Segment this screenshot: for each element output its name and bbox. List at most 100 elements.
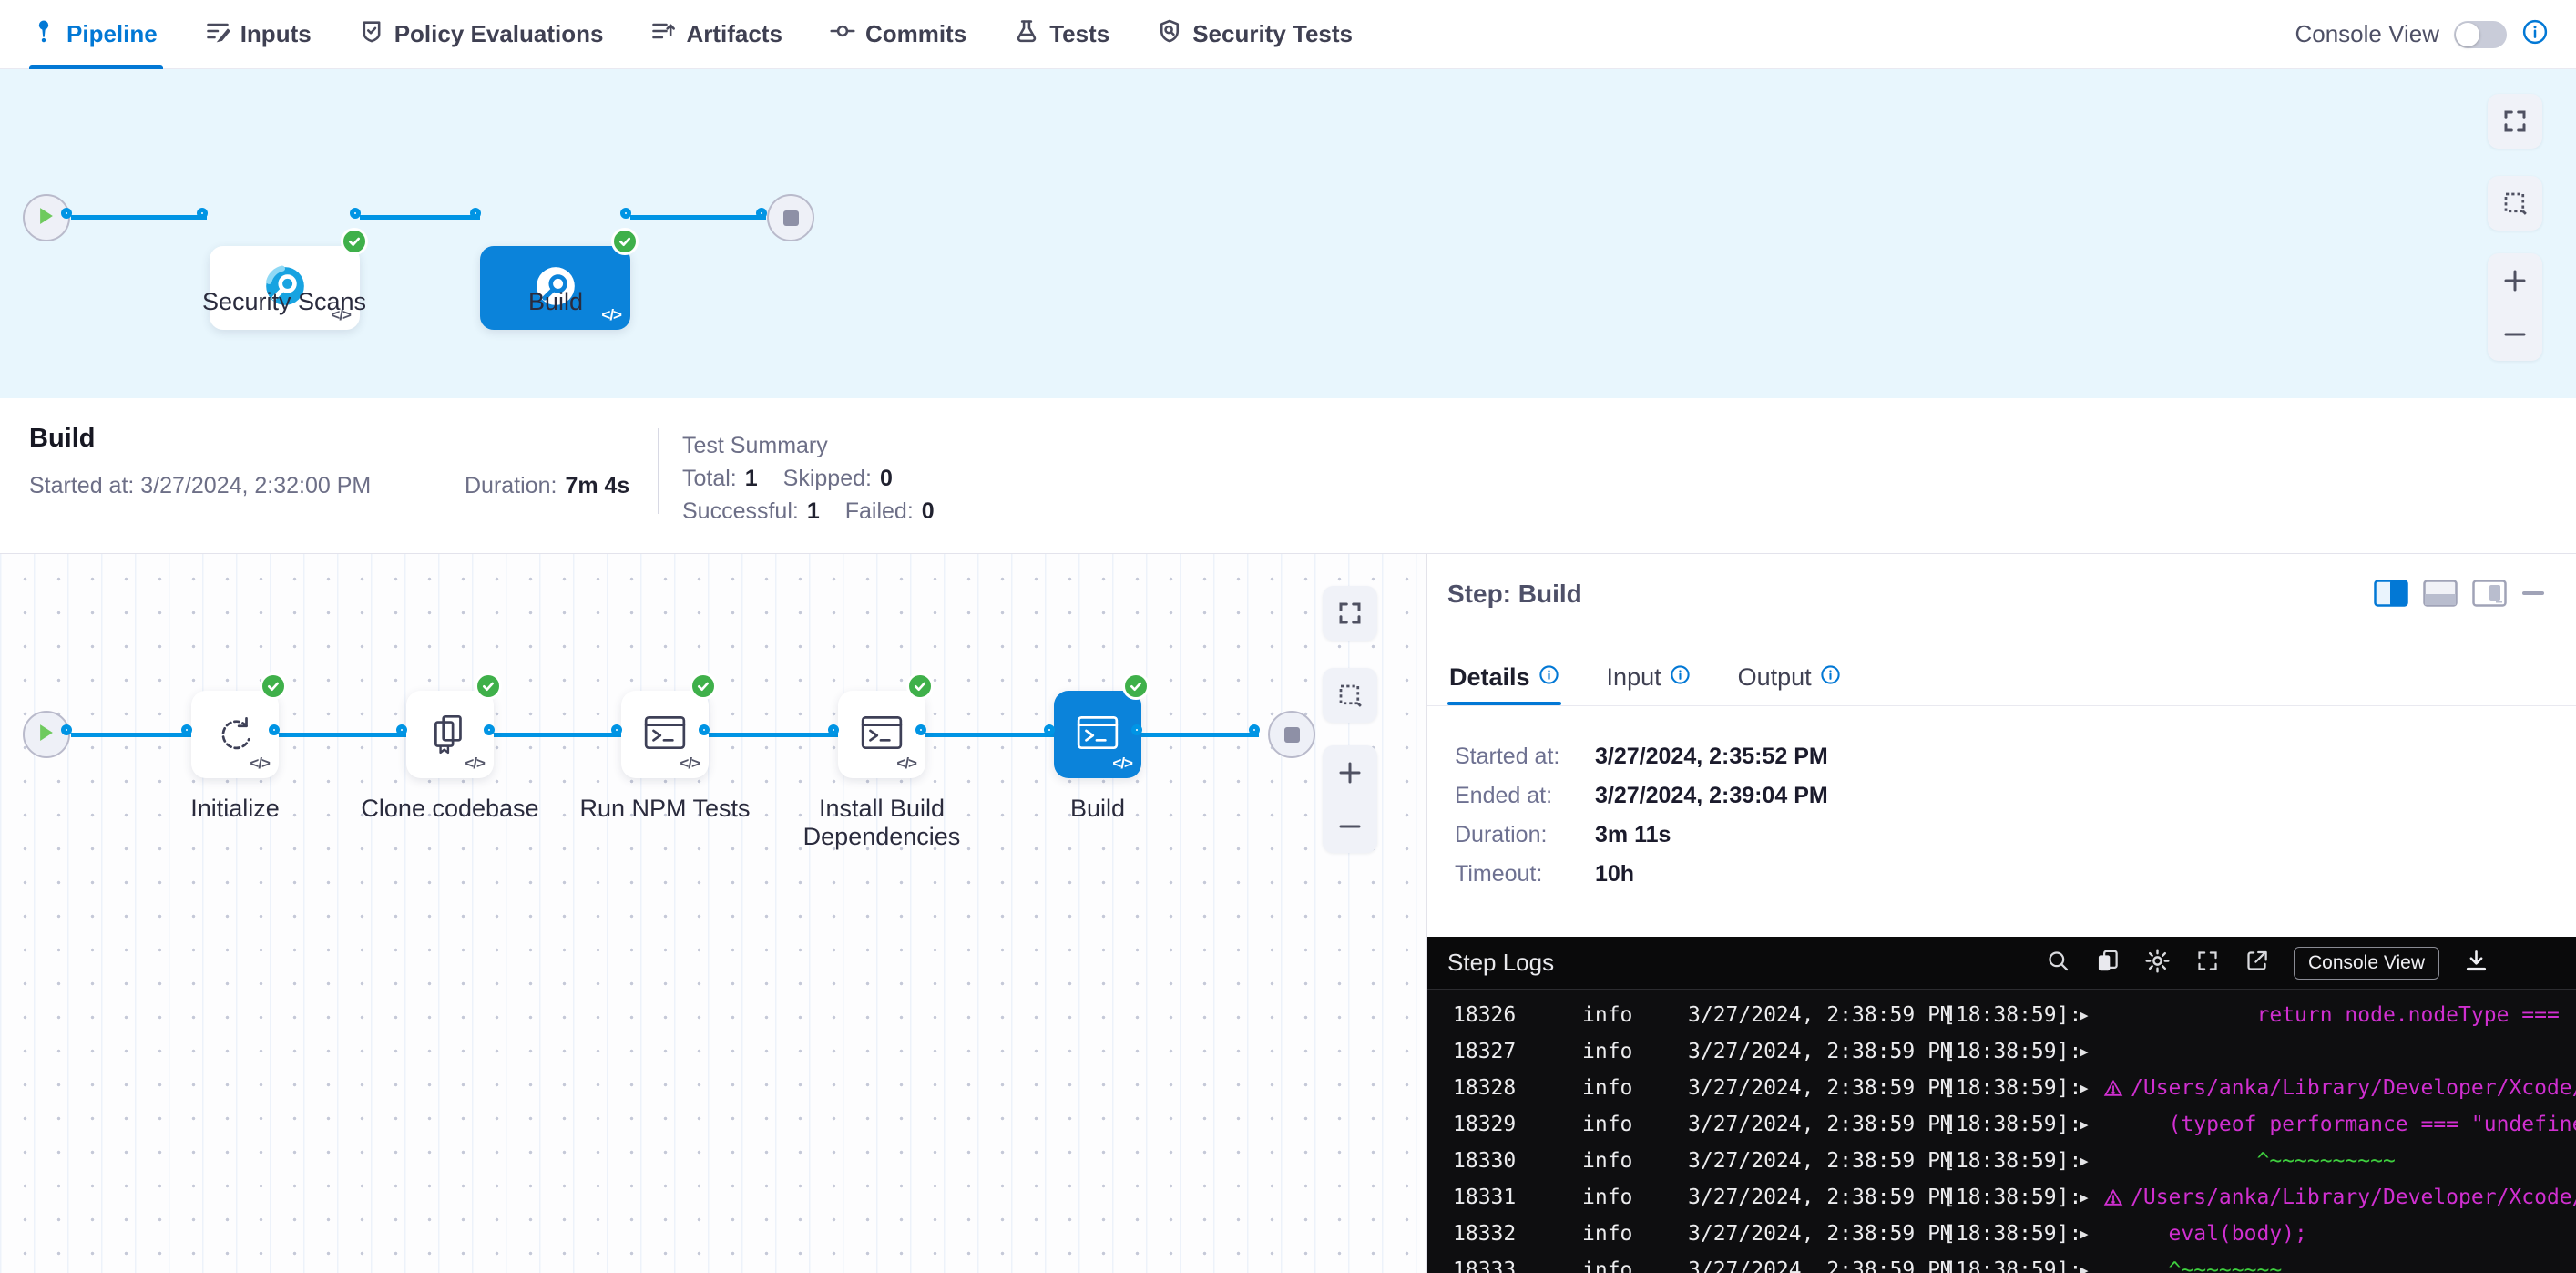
step-graph-canvas: </> </> </> </> </>: [0, 554, 1426, 1273]
expand-arrow-icon[interactable]: ▸: [2080, 997, 2103, 1033]
expand-arrow-icon[interactable]: ▸: [2080, 1252, 2103, 1273]
log-row[interactable]: 18332info3/27/2024, 2:38:59 PM[18:38:59]…: [1427, 1216, 2576, 1252]
tab-commits[interactable]: Commits: [830, 0, 966, 69]
open-in-new-icon[interactable]: [2244, 949, 2269, 978]
zoom-out-button[interactable]: [1336, 813, 1364, 840]
warning-icon: [2103, 1078, 2123, 1098]
selection-tool-button[interactable]: [1323, 668, 1377, 723]
expand-arrow-icon[interactable]: ▸: [2080, 1179, 2103, 1216]
log-timestamp: [18:38:59]:: [1943, 1179, 2080, 1216]
copy-icon[interactable]: [2095, 949, 2120, 978]
port: [1249, 724, 1260, 735]
code-glyph: </>: [250, 755, 270, 773]
log-row[interactable]: 18326info3/27/2024, 2:38:59 PM[18:38:59]…: [1427, 997, 2576, 1033]
stage-summary: Build Started at: 3/27/2024, 2:32:00 PM …: [0, 398, 2576, 554]
code-glyph: </>: [465, 755, 485, 773]
port: [350, 208, 361, 219]
fullscreen-icon[interactable]: [2195, 949, 2220, 978]
zoom-controls: [1323, 745, 1377, 853]
step-node-initialize[interactable]: </>: [191, 691, 279, 778]
tab-label: Pipeline: [66, 20, 158, 48]
tab-policy-evaluations[interactable]: Policy Evaluations: [359, 0, 604, 69]
artifacts-icon: [650, 18, 676, 50]
tab-details[interactable]: Details: [1447, 649, 1561, 705]
log-message: return node.nodeType ===: [2131, 997, 2576, 1033]
step-node-run-npm-tests[interactable]: </>: [621, 691, 709, 778]
test-summary: Test Summary Total:1 Skipped:0 Successfu…: [682, 433, 935, 525]
search-icon[interactable]: [2046, 949, 2070, 978]
expand-arrow-icon[interactable]: ▸: [2080, 1216, 2103, 1252]
pipeline-end-node[interactable]: [767, 194, 814, 241]
tab-pipeline[interactable]: Pipeline: [31, 0, 158, 69]
zoom-out-button[interactable]: [2501, 321, 2529, 348]
detail-started-at: Started at: 3/27/2024, 2:35:52 PM: [1455, 744, 1828, 770]
tab-label: Artifacts: [686, 20, 782, 48]
step-panel-title: Step: Build: [1447, 580, 1582, 609]
tab-label: Inputs: [240, 20, 312, 48]
edge: [630, 215, 766, 220]
stage-end-node[interactable]: [1268, 711, 1315, 758]
success-check-icon: [1122, 672, 1150, 700]
log-timestamp: [18:38:59]:: [1943, 1106, 2080, 1143]
tab-tests[interactable]: Tests: [1014, 0, 1109, 69]
console-view-button[interactable]: Console View: [2294, 947, 2439, 980]
log-timestamp: [18:38:59]:: [1943, 1070, 2080, 1106]
log-row[interactable]: 18331info3/27/2024, 2:38:59 PM[18:38:59]…: [1427, 1179, 2576, 1216]
tab-label: Output: [1738, 663, 1812, 692]
layout-vertical-split-icon[interactable]: [2374, 580, 2408, 611]
tab-artifacts[interactable]: Artifacts: [650, 0, 782, 69]
settings-gear-icon[interactable]: [2144, 948, 2171, 979]
expand-arrow-icon[interactable]: ▸: [2080, 1143, 2103, 1179]
log-row[interactable]: 18330info3/27/2024, 2:38:59 PM[18:38:59]…: [1427, 1143, 2576, 1179]
log-timestamp: [18:38:59]:: [1943, 1143, 2080, 1179]
log-timestamp: [18:38:59]:: [1943, 1033, 2080, 1070]
log-row[interactable]: 18329info3/27/2024, 2:38:59 PM[18:38:59]…: [1427, 1106, 2576, 1143]
tab-inputs[interactable]: Inputs: [205, 0, 312, 69]
info-icon[interactable]: [1820, 663, 1841, 692]
step-label: Build: [1007, 795, 1189, 823]
step-node-clone-codebase[interactable]: </>: [406, 691, 494, 778]
step-node-build[interactable]: </>: [1054, 691, 1141, 778]
expand-arrow-icon[interactable]: ▸: [2080, 1106, 2103, 1143]
info-icon[interactable]: [1538, 663, 1559, 692]
info-icon[interactable]: [2521, 18, 2549, 50]
warning-icon: [2103, 1187, 2123, 1207]
port: [620, 208, 631, 219]
log-row[interactable]: 18327info3/27/2024, 2:38:59 PM[18:38:59]…: [1427, 1033, 2576, 1070]
step-label: Clone codebase: [359, 795, 541, 823]
log-line-number: 18330: [1453, 1143, 1582, 1179]
inputs-icon: [205, 18, 230, 50]
log-date: 3/27/2024, 2:38:59 PM: [1688, 1106, 1943, 1143]
minimize-panel-icon[interactable]: [2521, 580, 2545, 611]
console-view-toggle[interactable]: [2454, 21, 2507, 48]
tab-input[interactable]: Input: [1605, 649, 1692, 705]
tab-security-tests[interactable]: Security Tests: [1157, 0, 1353, 69]
download-icon[interactable]: [2464, 949, 2489, 978]
fullscreen-button[interactable]: [1323, 586, 1377, 641]
code-glyph: </>: [896, 755, 916, 773]
log-row[interactable]: 18333info3/27/2024, 2:38:59 PM[18:38:59]…: [1427, 1252, 2576, 1273]
play-icon: [37, 723, 56, 747]
step-node-install-build-dependencies[interactable]: </>: [838, 691, 925, 778]
tab-label: Policy Evaluations: [394, 20, 604, 48]
selection-tool-button[interactable]: [2488, 176, 2542, 231]
tab-label: Security Tests: [1192, 20, 1353, 48]
log-line-number: 18326: [1453, 997, 1582, 1033]
tab-output[interactable]: Output: [1736, 649, 1843, 705]
zoom-in-button[interactable]: [2501, 267, 2529, 294]
edge: [925, 733, 1054, 737]
panel-layout-controls: [2374, 580, 2545, 611]
log-row[interactable]: 18328info3/27/2024, 2:38:59 PM[18:38:59]…: [1427, 1070, 2576, 1106]
layout-floating-panel-icon[interactable]: [2472, 580, 2507, 611]
log-date: 3/27/2024, 2:38:59 PM: [1688, 1179, 1943, 1216]
expand-arrow-icon[interactable]: ▸: [2080, 1033, 2103, 1070]
expand-arrow-icon[interactable]: ▸: [2080, 1070, 2103, 1106]
step-label: Install Build Dependencies: [791, 795, 973, 851]
zoom-in-button[interactable]: [1336, 759, 1364, 786]
success-check-icon: [260, 672, 287, 700]
info-icon[interactable]: [1670, 663, 1691, 692]
layout-horizontal-split-icon[interactable]: [2423, 580, 2458, 611]
fullscreen-button[interactable]: [2488, 94, 2542, 149]
terminal-icon: [642, 710, 688, 760]
tab-label: Input: [1607, 663, 1661, 692]
